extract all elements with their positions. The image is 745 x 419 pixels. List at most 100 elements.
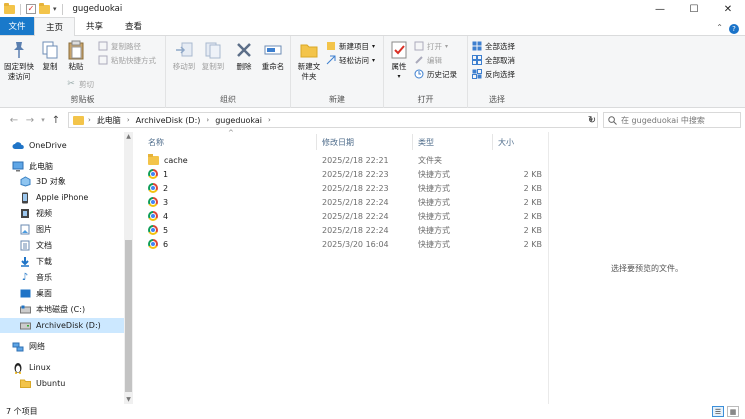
file-size: 2 KB bbox=[523, 239, 542, 249]
file-name: 3 bbox=[163, 197, 169, 207]
nav-item-music[interactable]: ♪ 音乐 bbox=[0, 270, 124, 285]
breadcrumb-archivedisk[interactable]: ArchiveDisk (D:) bbox=[136, 116, 201, 125]
cut-button[interactable]: ✂ 剪切 bbox=[66, 78, 94, 90]
breadcrumb-this-pc[interactable]: 此电脑 bbox=[97, 115, 121, 126]
refresh-icon[interactable]: ↻ bbox=[584, 112, 600, 128]
chevron-right-icon[interactable]: › bbox=[268, 116, 271, 124]
file-row-2[interactable]: 2 2025/2/18 22:23 快捷方式 2 KB bbox=[140, 181, 548, 195]
scroll-down-icon[interactable]: ▼ bbox=[124, 395, 133, 404]
tab-home[interactable]: 主页 bbox=[34, 17, 76, 36]
file-row-1[interactable]: 1 2025/2/18 22:23 快捷方式 2 KB bbox=[140, 167, 548, 181]
file-name: cache bbox=[164, 155, 188, 165]
file-name: 1 bbox=[163, 169, 169, 179]
nav-item-local-disk-c[interactable]: 本地磁盘 (C:) bbox=[0, 302, 124, 317]
column-divider[interactable] bbox=[492, 134, 493, 150]
close-button[interactable]: ✕ bbox=[711, 0, 745, 18]
forward-arrow-icon[interactable]: → bbox=[22, 115, 38, 126]
nav-item-this-pc[interactable]: 此电脑 bbox=[0, 159, 124, 174]
drive-icon bbox=[19, 320, 31, 332]
file-row-3[interactable]: 3 2025/2/18 22:24 快捷方式 2 KB bbox=[140, 195, 548, 209]
back-arrow-icon[interactable]: ← bbox=[6, 115, 22, 126]
chevron-right-icon[interactable]: › bbox=[127, 116, 130, 124]
column-divider[interactable] bbox=[412, 134, 413, 150]
column-header-size[interactable]: 大小 bbox=[498, 132, 514, 152]
recent-chevron-down-icon[interactable]: ▾ bbox=[38, 116, 48, 124]
file-row-cache[interactable]: cache 2025/2/18 22:21 文件夹 bbox=[140, 153, 548, 167]
file-row-5[interactable]: 5 2025/2/18 22:24 快捷方式 2 KB bbox=[140, 223, 548, 237]
folder-icon bbox=[4, 2, 15, 14]
column-header-date[interactable]: 修改日期 bbox=[322, 132, 354, 152]
copy-button[interactable]: 复制 bbox=[38, 40, 62, 72]
file-date: 2025/2/18 22:21 bbox=[322, 155, 389, 165]
customize-dropdown-icon[interactable]: ▾ bbox=[53, 5, 57, 13]
chevron-right-icon[interactable]: › bbox=[88, 116, 91, 124]
nav-item-archivedisk-d[interactable]: ArchiveDisk (D:) bbox=[0, 318, 124, 333]
edit-button[interactable]: 编辑 bbox=[414, 54, 442, 66]
copy-path-button[interactable]: 复制路径 bbox=[98, 40, 141, 52]
nav-item-3d-objects[interactable]: 3D 对象 bbox=[0, 174, 124, 189]
details-view-icon[interactable]: ☰ bbox=[712, 406, 724, 417]
nav-item-apple-iphone[interactable]: Apple iPhone bbox=[0, 190, 124, 205]
collapse-ribbon-icon[interactable]: ⌃ bbox=[716, 23, 723, 32]
copy-path-icon bbox=[98, 41, 108, 51]
tab-view[interactable]: 查看 bbox=[114, 17, 153, 35]
cube-icon bbox=[19, 176, 31, 188]
help-icon[interactable]: ? bbox=[729, 24, 739, 34]
address-bar[interactable]: › 此电脑 › ArchiveDisk (D:) › gugeduokai › … bbox=[68, 112, 598, 128]
nav-item-onedrive[interactable]: OneDrive bbox=[0, 138, 124, 153]
file-type: 快捷方式 bbox=[418, 169, 450, 179]
pin-quick-access-button[interactable]: 固定到快速访问 bbox=[2, 40, 36, 81]
scrollbar-thumb[interactable] bbox=[125, 240, 132, 392]
history-button[interactable]: 历史记录 bbox=[414, 68, 457, 80]
rename-button[interactable]: 重命名 bbox=[259, 40, 287, 72]
network-icon bbox=[12, 341, 24, 353]
chrome-icon bbox=[148, 239, 158, 249]
move-to-button[interactable]: 移动到 bbox=[170, 40, 198, 72]
column-header-name[interactable]: 名称 bbox=[148, 132, 164, 152]
column-divider[interactable] bbox=[316, 134, 317, 150]
nav-item-downloads[interactable]: 下载 bbox=[0, 254, 124, 269]
breadcrumb-gugeduokai[interactable]: gugeduokai bbox=[215, 116, 262, 125]
chevron-right-icon[interactable]: › bbox=[206, 116, 209, 124]
preview-message: 选择要预览的文件。 bbox=[611, 264, 683, 273]
nav-item-ubuntu[interactable]: Ubuntu bbox=[0, 376, 124, 391]
up-arrow-icon[interactable]: ↑ bbox=[48, 115, 64, 126]
large-icons-view-icon[interactable]: ▦ bbox=[727, 406, 739, 417]
group-label-organize: 组织 bbox=[220, 95, 236, 104]
scissors-icon: ✂ bbox=[67, 79, 75, 89]
new-folder-button[interactable]: 新建文件夹 bbox=[294, 40, 324, 81]
file-row-6[interactable]: 6 2025/3/20 16:04 快捷方式 2 KB bbox=[140, 237, 548, 251]
invert-selection-button[interactable]: 反向选择 bbox=[472, 68, 515, 80]
tab-share[interactable]: 共享 bbox=[75, 17, 114, 35]
nav-item-videos[interactable]: 视频 bbox=[0, 206, 124, 221]
file-row-4[interactable]: 4 2025/2/18 22:24 快捷方式 2 KB bbox=[140, 209, 548, 223]
delete-button[interactable]: 删除 bbox=[232, 40, 256, 72]
maximize-button[interactable]: ☐ bbox=[677, 0, 711, 18]
tab-file[interactable]: 文件 bbox=[0, 17, 34, 35]
new-folder-icon[interactable] bbox=[39, 2, 50, 14]
copy-to-button[interactable]: 复制到 bbox=[199, 40, 227, 72]
nav-item-documents[interactable]: 文档 bbox=[0, 238, 124, 253]
chrome-icon bbox=[148, 169, 158, 179]
select-all-button[interactable]: 全部选择 bbox=[472, 40, 515, 52]
navigation-pane-scrollbar[interactable]: ▲ ▼ bbox=[124, 132, 133, 404]
properties-check-icon[interactable]: ✓ bbox=[26, 4, 36, 14]
paste-button[interactable]: 粘贴 bbox=[64, 40, 88, 72]
navigation-pane: OneDrive 此电脑 3D 对象 Apple iPhone 视频 图片 文档… bbox=[0, 132, 133, 404]
open-button[interactable]: 打开 ▾ bbox=[414, 40, 448, 52]
nav-item-desktop[interactable]: 桌面 bbox=[0, 286, 124, 301]
nav-item-linux[interactable]: Linux bbox=[0, 360, 124, 375]
file-name: 5 bbox=[163, 225, 169, 235]
chevron-down-icon: ▾ bbox=[372, 42, 376, 50]
nav-item-network[interactable]: 网络 bbox=[0, 339, 124, 354]
select-none-button[interactable]: 全部取消 bbox=[472, 54, 515, 66]
paste-shortcut-button[interactable]: 粘贴快捷方式 bbox=[98, 54, 156, 66]
search-input[interactable]: 在 gugeduokai 中搜索 bbox=[603, 112, 741, 128]
minimize-button[interactable]: — bbox=[643, 0, 677, 18]
new-item-button[interactable]: 新建项目 ▾ bbox=[326, 40, 375, 52]
nav-item-pictures[interactable]: 图片 bbox=[0, 222, 124, 237]
scroll-up-icon[interactable]: ▲ bbox=[124, 132, 133, 141]
easy-access-button[interactable]: 轻松访问 ▾ bbox=[326, 54, 375, 66]
properties-button[interactable]: 属性 ▾ bbox=[388, 40, 410, 81]
column-header-type[interactable]: 类型 bbox=[418, 132, 434, 152]
